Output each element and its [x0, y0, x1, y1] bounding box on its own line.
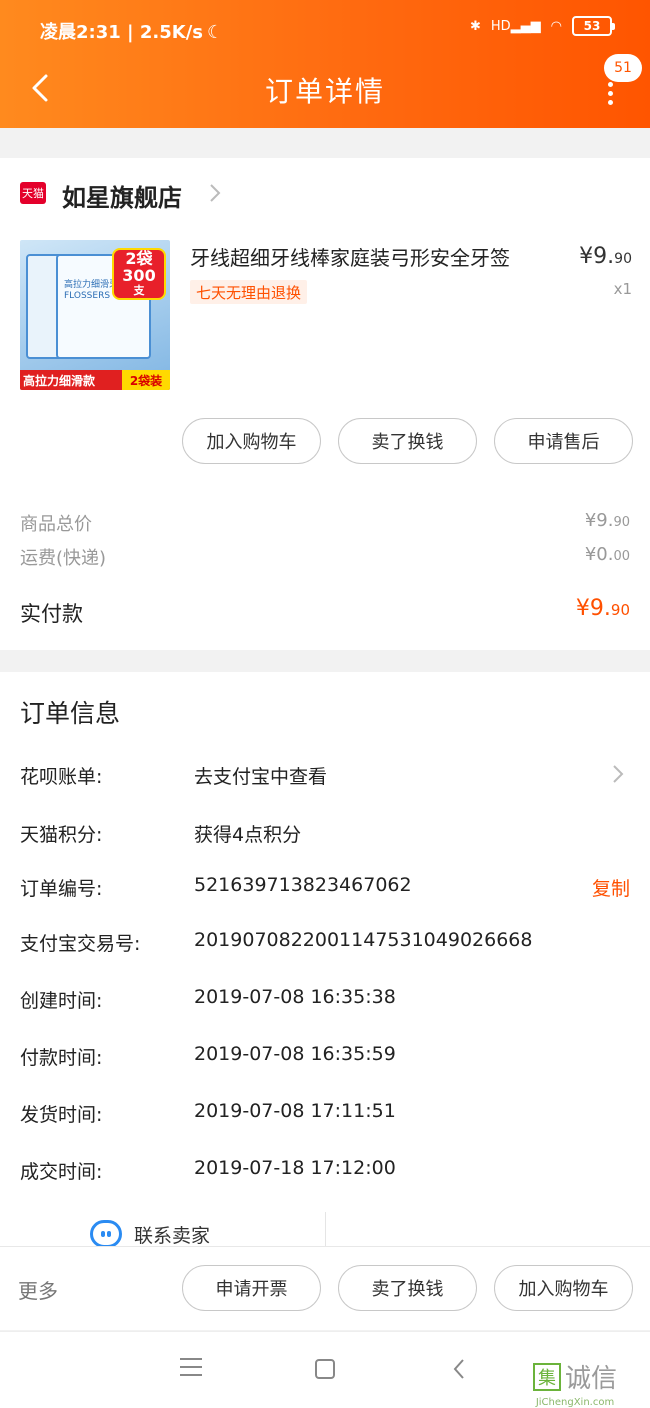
sell-item-button[interactable]: 卖了换钱: [338, 418, 477, 464]
paid-time-value: 2019-07-08 16:35:59: [194, 1043, 396, 1065]
alipay-trade-value: 2019070822001147531049026668: [194, 929, 533, 951]
more-button[interactable]: [600, 82, 620, 106]
header: 凌晨2:31 | 2.5K/s ☾ ✱ HD▂▄▆ ◠ 53 订单详情 51: [0, 0, 650, 128]
goods-total-label: 商品总价: [20, 514, 92, 535]
paid-value: ¥9.90: [576, 596, 630, 621]
banner-right: 2袋装: [122, 370, 170, 390]
paid-time-label: 付款时间:: [20, 1047, 103, 1069]
paid-dec: 90: [610, 601, 630, 619]
more-dots-icon: [607, 82, 613, 87]
page-title: 订单详情: [264, 75, 385, 108]
bottom-action-bar: 更多 申请开票 卖了换钱 加入购物车: [0, 1246, 650, 1330]
status-time-text: 凌晨2:31 | 2.5K/s: [40, 22, 204, 43]
product-price-dec: 90: [614, 251, 632, 267]
contact-seller-button[interactable]: 联系卖家: [90, 1220, 210, 1248]
created-time-value: 2019-07-08 16:35:38: [194, 986, 396, 1008]
add-to-cart-button[interactable]: 加入购物车: [182, 418, 321, 464]
order-number-value: 521639713823467062: [194, 874, 412, 896]
network-type: HD: [490, 18, 511, 34]
signal-icon: HD▂▄▆: [490, 18, 541, 34]
shipping-int: ¥0.: [584, 544, 614, 565]
chevron-right-icon[interactable]: [208, 182, 222, 204]
add-to-cart-bottom-button[interactable]: 加入购物车: [494, 1265, 633, 1311]
message-count-badge[interactable]: 51: [604, 54, 642, 82]
order-info-card: 订单信息 花呗账单: 去支付宝中查看 天猫积分: 获得4点积分 订单编号: 52…: [0, 672, 650, 1250]
deal-time-label: 成交时间:: [20, 1161, 103, 1183]
order-number-label: 订单编号:: [20, 878, 103, 900]
watermark-box: 集: [533, 1362, 561, 1391]
contact-seller-icon: [90, 1220, 122, 1248]
moon-icon: ☾: [207, 22, 224, 43]
product-banner: 高拉力细滑款 2袋装: [20, 370, 170, 390]
nav-home-icon[interactable]: [315, 1359, 335, 1379]
shop-card: 天猫 如星旗舰店 高拉力细滑牙线 DENTAL FLOSSERS 2袋 300 …: [0, 158, 650, 650]
more-actions-button[interactable]: 更多: [18, 1275, 58, 1304]
battery-icon: 53: [572, 16, 615, 36]
product-count-badge: 2袋 300 支: [112, 248, 166, 300]
product-price: ¥9.90: [579, 244, 632, 269]
product-image[interactable]: 高拉力细滑牙线 DENTAL FLOSSERS 2袋 300 支 高拉力细滑款 …: [20, 240, 170, 390]
deal-time-value: 2019-07-18 17:12:00: [194, 1157, 396, 1179]
product-title[interactable]: 牙线超细牙线棒家庭装弓形安全牙签: [190, 242, 550, 271]
shipped-time-label: 发货时间:: [20, 1104, 103, 1126]
order-info-title: 订单信息: [20, 699, 121, 728]
shipping-value: ¥0.00: [585, 544, 630, 565]
bluetooth-icon: ✱: [469, 18, 481, 34]
status-time: 凌晨2:31 | 2.5K/s ☾: [40, 18, 223, 44]
sell-item-bottom-button[interactable]: 卖了换钱: [338, 1265, 477, 1311]
huabei-bill-label: 花呗账单:: [20, 766, 103, 788]
copy-order-number-button[interactable]: 复制: [592, 874, 630, 901]
goods-total-value: ¥9.90: [585, 510, 630, 531]
apply-invoice-button[interactable]: 申请开票: [182, 1265, 321, 1311]
status-icons: ✱ HD▂▄▆ ◠ 53: [469, 16, 615, 36]
paid-int: ¥9.: [575, 596, 611, 621]
badge-line-2: 300: [122, 266, 156, 286]
watermark-url: JiChengXin.com: [535, 1397, 615, 1408]
created-time-label: 创建时间:: [20, 990, 103, 1012]
chevron-right-icon[interactable]: [612, 764, 624, 784]
contact-seller-label: 联系卖家: [134, 1224, 211, 1247]
watermark-logo: 集 诚信 JiChengXin.com: [533, 1358, 617, 1408]
after-sales-button[interactable]: 申请售后: [494, 418, 633, 464]
divider: [325, 1212, 326, 1250]
shipping-label: 运费(快递): [20, 548, 107, 569]
shop-name[interactable]: 如星旗舰店: [62, 178, 182, 213]
badge-line-3: 支: [133, 284, 145, 298]
watermark-name: 诚信: [565, 1364, 618, 1394]
goods-total-int: ¥9.: [584, 510, 614, 531]
paid-label: 实付款: [20, 602, 83, 626]
shipping-dec: 00: [613, 549, 630, 564]
banner-left: 高拉力细滑款: [23, 373, 96, 388]
alipay-trade-label: 支付宝交易号:: [20, 933, 141, 955]
tmall-logo: 天猫: [20, 182, 46, 204]
tmall-points-value: 获得4点积分: [194, 824, 302, 846]
shipped-time-value: 2019-07-08 17:11:51: [194, 1100, 396, 1122]
goods-total-dec: 90: [613, 515, 630, 530]
nav-back-icon[interactable]: [452, 1358, 466, 1380]
product-quantity: x1: [613, 280, 632, 298]
huabei-bill-value[interactable]: 去支付宝中查看: [194, 762, 327, 789]
wifi-icon: ◠: [550, 18, 562, 34]
nav-menu-icon[interactable]: [180, 1358, 202, 1376]
battery-level: 53: [583, 19, 601, 33]
tmall-points-label: 天猫积分:: [20, 824, 103, 846]
return-policy-tag: 七天无理由退换: [190, 280, 308, 304]
product-price-int: ¥9.: [579, 244, 615, 269]
